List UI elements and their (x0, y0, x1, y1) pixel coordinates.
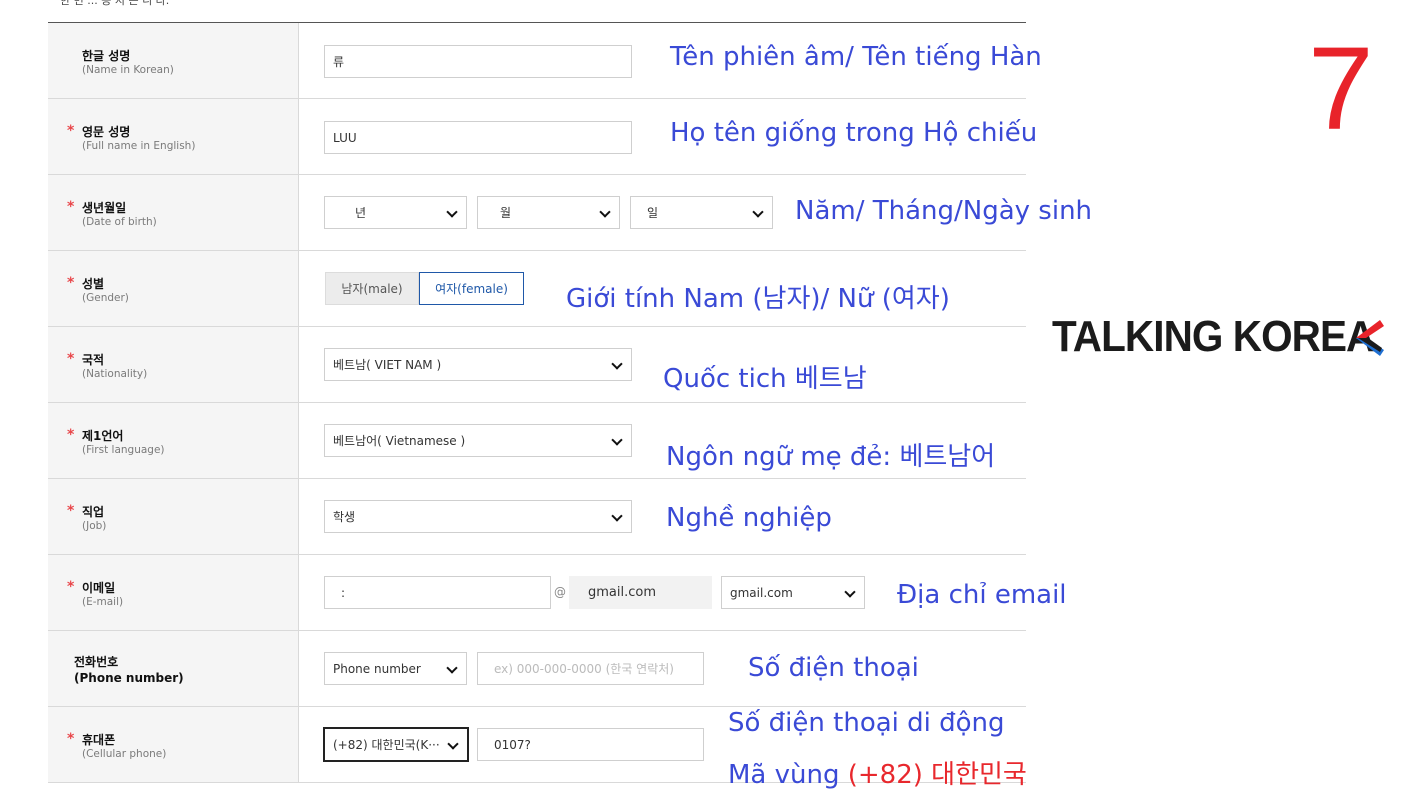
select-value: gmail.com (730, 585, 793, 600)
field-sublabel: (Phone number) (74, 671, 184, 685)
chevron-down-icon (752, 206, 764, 218)
phone-number-input[interactable]: ex) 000-000-0000 (한국 연락처) (477, 652, 704, 685)
annotation-name-korean: Tên phiên âm/ Tên tiếng Hàn (670, 42, 1042, 72)
annotation-job: Nghề nghiệp (666, 503, 832, 533)
mobile-number-input[interactable]: 0107? (477, 728, 704, 761)
chevron-down-icon (611, 434, 623, 446)
field-sublabel: (Date of birth) (82, 216, 157, 228)
required-star: * (67, 731, 75, 747)
field-sublabel: (Job) (82, 520, 107, 532)
first-language-select[interactable]: 베트남어( Vietnamese ) (324, 424, 632, 457)
field-label: 이메일 (82, 581, 116, 595)
field-label: 직업 (82, 505, 105, 519)
phone-type-select[interactable]: Phone number (324, 652, 467, 685)
korean-name-input[interactable]: 류 (324, 45, 632, 78)
annotation-mobile: Số điện thoại di động (728, 708, 1005, 738)
area-code-country: 대한민국 (931, 760, 1027, 790)
required-star: * (67, 351, 75, 367)
step-number: 7 (1308, 23, 1374, 155)
select-value: 학생 (333, 510, 356, 524)
chevron-down-icon (446, 662, 458, 674)
field-sublabel: (Cellular phone) (82, 748, 167, 760)
field-sublabel: (Full name in English) (82, 140, 196, 152)
select-value: 일 (647, 206, 659, 220)
field-sublabel: (First language) (82, 444, 165, 456)
annotation-email: Địa chỉ email (897, 580, 1067, 610)
label-cell: * 이메일 (E-mail) (48, 555, 299, 630)
label-cell: * 국적 (Nationality) (48, 327, 299, 402)
row-nationality: * 국적 (Nationality) 베트남( VIET NAM ) (48, 327, 1026, 403)
select-value: 년 (355, 206, 367, 220)
gender-female-button[interactable]: 여자(female) (419, 272, 524, 305)
chevron-down-icon (599, 206, 611, 218)
label-cell: 전화번호 (Phone number) (48, 631, 299, 706)
email-domain-input[interactable]: gmail.com (569, 576, 712, 609)
label-cell: * 휴대폰 (Cellular phone) (48, 707, 299, 782)
intro-text: 한 번 ... 등 지 는 니 다. (60, 0, 170, 7)
required-star: * (67, 503, 75, 519)
chevron-down-icon (844, 586, 856, 598)
birth-month-select[interactable]: 월 (477, 196, 620, 229)
label-cell: 한글 성명 (Name in Korean) (48, 23, 299, 98)
select-value: Phone number (333, 661, 421, 676)
birth-day-select[interactable]: 일 (630, 196, 773, 229)
gender-male-button[interactable]: 남자(male) (325, 272, 419, 305)
field-sublabel: (Name in Korean) (82, 64, 174, 76)
annotation-name-english: Họ tên giống trong Hộ chiếu (670, 118, 1038, 148)
label-cell: * 성별 (Gender) (48, 251, 299, 326)
required-star: * (67, 123, 75, 139)
email-domain-select[interactable]: gmail.com (721, 576, 865, 609)
field-label: 휴대폰 (82, 733, 116, 747)
chevron-down-icon (447, 738, 459, 750)
area-code-prefix: Mã vùng (728, 760, 848, 790)
annotation-nationality: Quốc tich 베트남 (663, 364, 867, 394)
required-star: * (67, 199, 75, 215)
talking-korea-logo: TALKING KOREA (1052, 312, 1375, 361)
job-select[interactable]: 학생 (324, 500, 632, 533)
label-cell: * 영문 성명 (Full name in English) (48, 99, 299, 174)
chevron-down-icon (446, 206, 458, 218)
field-label: 영문 성명 (82, 125, 131, 139)
field-label: 제1언어 (82, 429, 124, 443)
label-cell: * 직업 (Job) (48, 479, 299, 554)
annotation-area-code: Mã vùng (+82) 대한민국 (728, 754, 1027, 791)
birth-year-select[interactable]: 년 (324, 196, 467, 229)
annotation-gender: Giới tính Nam (남자)/ Nữ (여자) (566, 284, 950, 314)
field-label: 한글 성명 (82, 49, 131, 63)
country-code-select[interactable]: (+82) 대한민국(K··· (323, 727, 469, 762)
annotation-phone: Số điện thoại (748, 653, 919, 683)
annotation-language: Ngôn ngữ mẹ đẻ: 베트남어 (666, 442, 996, 472)
select-value: 베트남어( Vietnamese ) (333, 434, 466, 448)
english-name-input[interactable]: LUU (324, 121, 632, 154)
required-star: * (67, 427, 75, 443)
label-cell: * 제1언어 (First language) (48, 403, 299, 478)
field-sublabel: (Gender) (82, 292, 129, 304)
required-star: * (67, 579, 75, 595)
required-star: * (67, 275, 75, 291)
nationality-select[interactable]: 베트남( VIET NAM ) (324, 348, 632, 381)
field-sublabel: (E-mail) (82, 596, 124, 608)
select-value: 베트남( VIET NAM ) (333, 358, 442, 372)
row-email: * 이메일 (E-mail) : @ gmail.com gmail.com (48, 555, 1026, 631)
chevron-down-icon (611, 358, 623, 370)
field-label: 전화번호 (74, 655, 119, 669)
row-job: * 직업 (Job) 학생 (48, 479, 1026, 555)
logo-flag-icon (1356, 320, 1384, 356)
email-local-input[interactable]: : (324, 576, 551, 609)
area-code-value: (+82) (847, 760, 923, 790)
at-sign: @ (554, 585, 566, 599)
field-label: 성별 (82, 277, 105, 291)
field-sublabel: (Nationality) (82, 368, 148, 380)
field-label: 국적 (82, 353, 105, 367)
field-label: 생년월일 (82, 201, 127, 215)
label-cell: * 생년월일 (Date of birth) (48, 175, 299, 250)
annotation-dob: Năm/ Tháng/Ngày sinh (795, 196, 1093, 226)
select-value: (+82) 대한민국(K··· (333, 738, 440, 752)
chevron-down-icon (611, 510, 623, 522)
select-value: 월 (500, 206, 512, 220)
